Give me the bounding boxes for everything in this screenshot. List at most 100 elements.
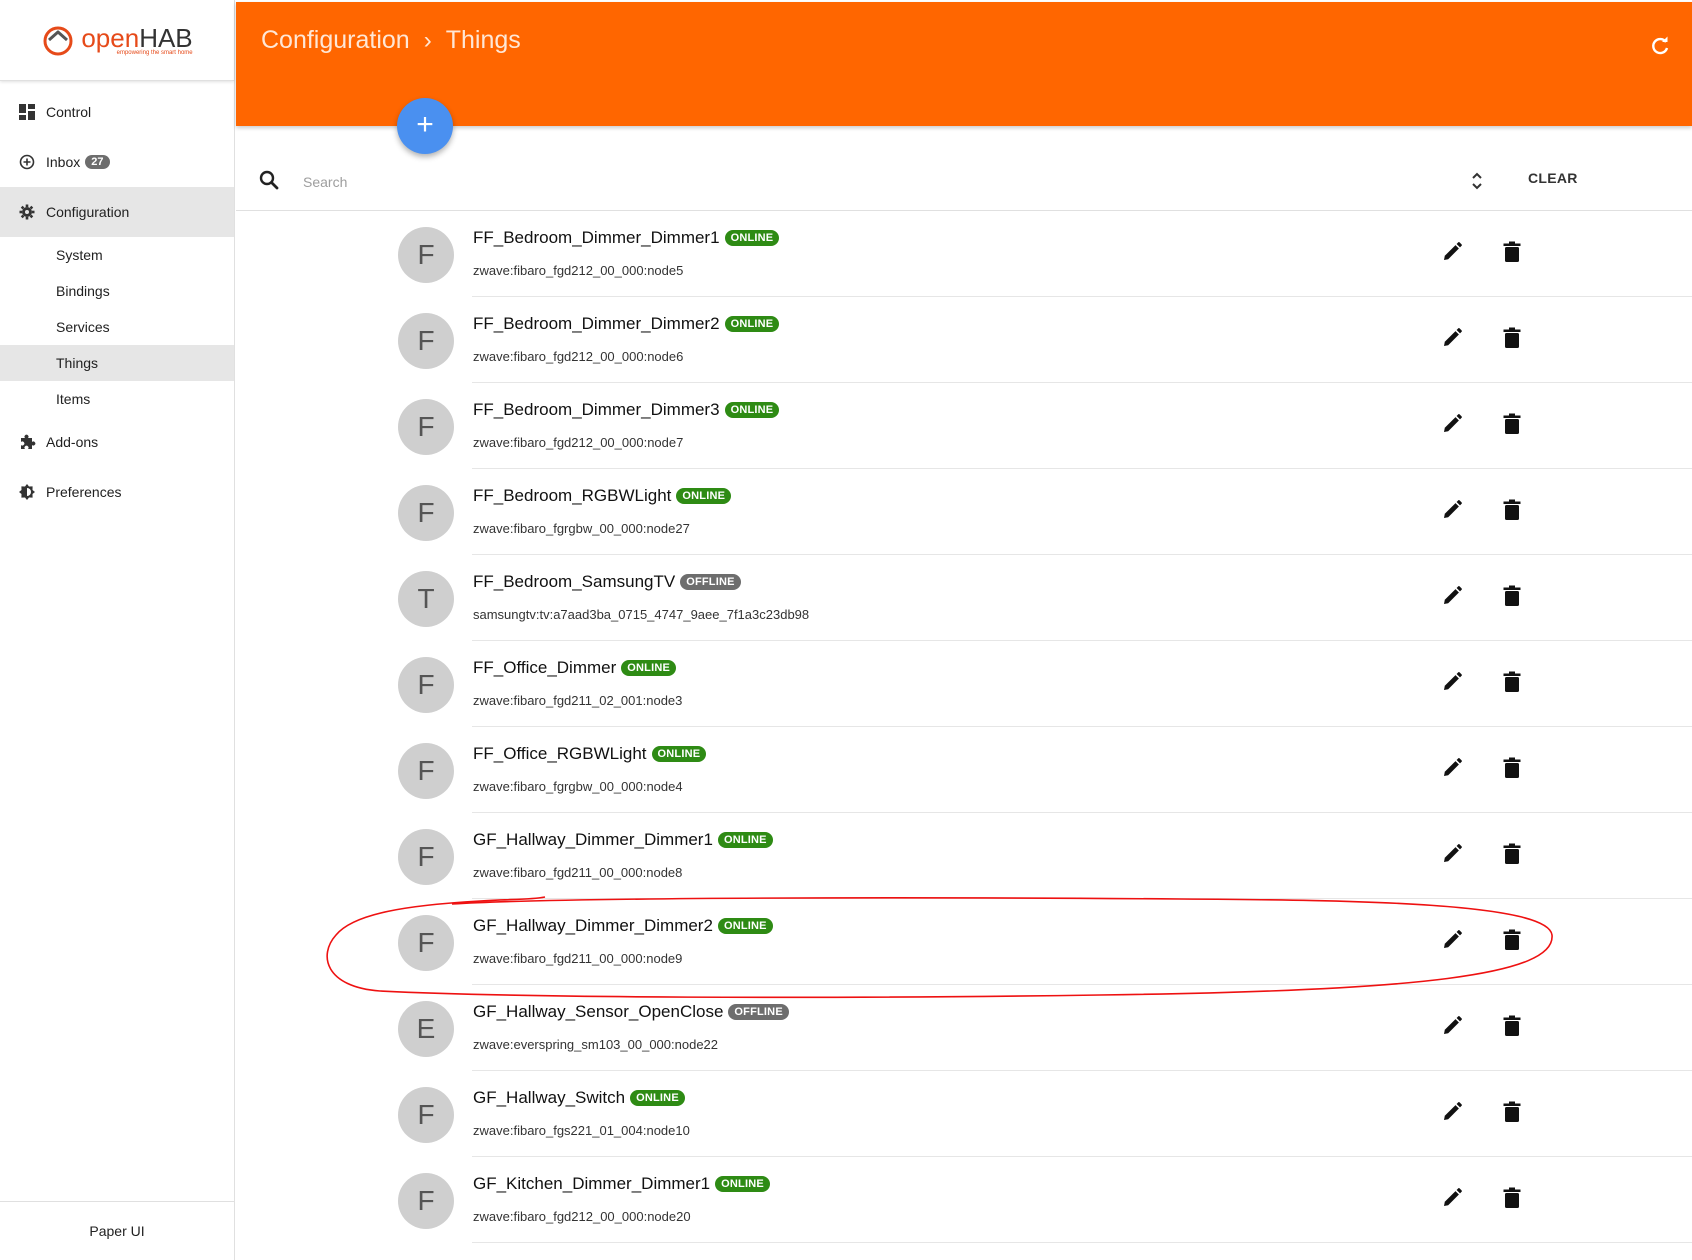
- sidebar-item-configuration[interactable]: Configuration: [0, 187, 234, 237]
- delete-button[interactable]: [1498, 496, 1526, 524]
- thing-row[interactable]: T FF_Bedroom_SamsungTV OFFLINE samsungtv:tv…: [236, 555, 1692, 641]
- thing-name[interactable]: GF_Hallway_Switch: [473, 1088, 625, 1108]
- sidebar-item-label: Control: [46, 104, 92, 120]
- edit-button[interactable]: [1438, 926, 1466, 954]
- pencil-icon: [1444, 242, 1462, 260]
- sidebar-subitem-services[interactable]: Services: [0, 309, 234, 345]
- thing-row[interactable]: F GF_Hallway_Dimmer_Dimmer1 ONLINE zwave:fi…: [236, 813, 1692, 899]
- thing-name[interactable]: FF_Bedroom_Dimmer_Dimmer2: [473, 314, 720, 334]
- thing-name[interactable]: FF_Bedroom_RGBWLight: [473, 486, 671, 506]
- edit-button[interactable]: [1438, 1098, 1466, 1126]
- breadcrumb-configuration[interactable]: Configuration: [261, 26, 410, 55]
- trash-icon: [1503, 929, 1521, 950]
- thing-name[interactable]: FF_Bedroom_Dimmer_Dimmer1: [473, 228, 720, 248]
- sidebar-subitem-things[interactable]: Things: [0, 345, 234, 381]
- thing-row[interactable]: F GF_Hallway_Switch ONLINE zwave:fibaro_fgs…: [236, 1071, 1692, 1157]
- thing-name[interactable]: GF_Hallway_Sensor_OpenClose: [473, 1002, 723, 1022]
- edit-button[interactable]: [1438, 754, 1466, 782]
- status-badge: ONLINE: [621, 660, 677, 676]
- edit-button[interactable]: [1438, 324, 1466, 352]
- delete-button[interactable]: [1498, 1184, 1526, 1212]
- thing-row[interactable]: F FF_Office_Dimmer ONLINE zwave:fibaro_fgd2…: [236, 641, 1692, 727]
- thing-row[interactable]: F GF_Hallway_Dimmer_Dimmer2 ONLINE zwave:fi…: [236, 899, 1692, 985]
- pencil-icon: [1444, 672, 1462, 690]
- thing-row[interactable]: F FF_Bedroom_Dimmer_Dimmer1 ONLINE zwave:fi…: [236, 211, 1692, 297]
- thing-uid: zwave:fibaro_fgd211_00_000:node9: [473, 951, 683, 966]
- status-badge: ONLINE: [676, 488, 732, 504]
- thing-name[interactable]: GF_Kitchen_Dimmer_Dimmer1: [473, 1174, 710, 1194]
- thing-name[interactable]: FF_Office_Dimmer: [473, 658, 616, 678]
- thing-uid: zwave:fibaro_fgd211_02_001:node3: [473, 693, 683, 708]
- breadcrumb-separator: ›: [423, 26, 432, 54]
- thing-avatar: F: [398, 399, 454, 455]
- sidebar-item-preferences[interactable]: Preferences: [0, 467, 234, 517]
- thing-row[interactable]: F FF_Bedroom_Dimmer_Dimmer3 ONLINE zwave:fi…: [236, 383, 1692, 469]
- pencil-icon: [1444, 414, 1462, 432]
- trash-icon: [1503, 499, 1521, 520]
- trash-icon: [1503, 1187, 1521, 1208]
- sort-icon[interactable]: [1468, 170, 1486, 192]
- pencil-icon: [1444, 500, 1462, 518]
- add-circle-icon: [18, 153, 36, 171]
- edit-button[interactable]: [1438, 410, 1466, 438]
- delete-button[interactable]: [1498, 754, 1526, 782]
- plus-icon: +: [416, 107, 434, 141]
- edit-button[interactable]: [1438, 238, 1466, 266]
- refresh-icon[interactable]: [1648, 34, 1672, 58]
- trash-icon: [1503, 241, 1521, 262]
- thing-title-line: GF_Kitchen_Dimmer_Dimmer1 ONLINE: [473, 1174, 770, 1194]
- search-bar: CLEAR: [236, 150, 1692, 211]
- thing-uid: zwave:fibaro_fgs221_01_004:node10: [473, 1123, 690, 1138]
- sidebar-item-label: Preferences: [46, 484, 122, 500]
- thing-name[interactable]: FF_Office_RGBWLight: [473, 744, 647, 764]
- delete-button[interactable]: [1498, 668, 1526, 696]
- add-thing-button[interactable]: +: [397, 98, 453, 154]
- delete-button[interactable]: [1498, 238, 1526, 266]
- edit-button[interactable]: [1438, 668, 1466, 696]
- thing-row[interactable]: F GF_Kitchen_Dimmer_Dimmer1 ONLINE zwave:fi…: [236, 1157, 1692, 1243]
- sidebar-item-control[interactable]: Control: [0, 87, 234, 137]
- openhab-logo[interactable]: openHAB empowering the smart home: [0, 0, 234, 81]
- clear-button[interactable]: CLEAR: [1528, 170, 1578, 186]
- thing-row[interactable]: F FF_Bedroom_RGBWLight ONLINE zwave:fibaro_…: [236, 469, 1692, 555]
- thing-title-line: FF_Bedroom_Dimmer_Dimmer1 ONLINE: [473, 228, 780, 248]
- thing-uid: zwave:fibaro_fgd212_00_000:node7: [473, 435, 684, 450]
- delete-button[interactable]: [1498, 582, 1526, 610]
- things-list: F FF_Bedroom_Dimmer_Dimmer1 ONLINE zwave:fi…: [236, 211, 1692, 1243]
- thing-title-line: FF_Office_Dimmer ONLINE: [473, 658, 677, 678]
- edit-button[interactable]: [1438, 840, 1466, 868]
- search-icon: [259, 170, 279, 190]
- sidebar-subitem-system[interactable]: System: [0, 237, 234, 273]
- thing-row[interactable]: F FF_Office_RGBWLight ONLINE zwave:fibaro_f…: [236, 727, 1692, 813]
- thing-row[interactable]: E GF_Hallway_Sensor_OpenClose OFFLINE zwave…: [236, 985, 1692, 1071]
- sidebar-subitem-bindings[interactable]: Bindings: [0, 273, 234, 309]
- thing-name[interactable]: FF_Bedroom_Dimmer_Dimmer3: [473, 400, 720, 420]
- delete-button[interactable]: [1498, 926, 1526, 954]
- sidebar-item-label: Inbox: [46, 154, 81, 170]
- thing-row[interactable]: F FF_Bedroom_Dimmer_Dimmer2 ONLINE zwave:fi…: [236, 297, 1692, 383]
- thing-uid: zwave:fibaro_fgd212_00_000:node6: [473, 349, 684, 364]
- sidebar-item-inbox[interactable]: Inbox 27: [0, 137, 234, 187]
- delete-button[interactable]: [1498, 1012, 1526, 1040]
- pencil-icon: [1444, 1188, 1462, 1206]
- sidebar-subitem-items[interactable]: Items: [0, 381, 234, 417]
- thing-avatar: F: [398, 657, 454, 713]
- delete-button[interactable]: [1498, 1098, 1526, 1126]
- delete-button[interactable]: [1498, 324, 1526, 352]
- logo-text: openHAB: [81, 22, 193, 53]
- edit-button[interactable]: [1438, 582, 1466, 610]
- search-input[interactable]: [301, 168, 1105, 196]
- edit-button[interactable]: [1438, 1184, 1466, 1212]
- thing-uid: zwave:everspring_sm103_00_000:node22: [473, 1037, 719, 1052]
- sidebar-item-addons[interactable]: Add-ons: [0, 417, 234, 467]
- thing-title-line: FF_Bedroom_RGBWLight ONLINE: [473, 486, 732, 506]
- thing-name[interactable]: GF_Hallway_Dimmer_Dimmer2: [473, 916, 713, 936]
- thing-name[interactable]: FF_Bedroom_SamsungTV: [473, 572, 675, 592]
- delete-button[interactable]: [1498, 410, 1526, 438]
- thing-name[interactable]: GF_Hallway_Dimmer_Dimmer1: [473, 830, 713, 850]
- pencil-icon: [1444, 328, 1462, 346]
- edit-button[interactable]: [1438, 1012, 1466, 1040]
- edit-button[interactable]: [1438, 496, 1466, 524]
- thing-uid: zwave:fibaro_fgrgbw_00_000:node27: [473, 521, 690, 536]
- delete-button[interactable]: [1498, 840, 1526, 868]
